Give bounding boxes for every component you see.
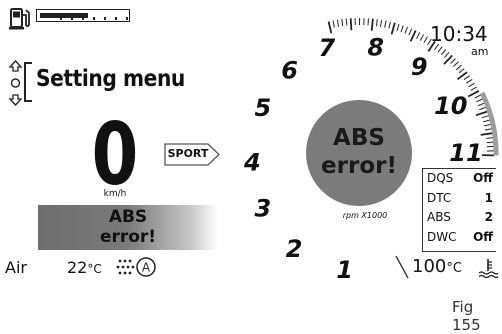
- tachometer-tick: [329, 22, 332, 34]
- coolant-temp-unit: °C: [446, 261, 462, 276]
- status-value: Off: [473, 171, 493, 185]
- tachometer-tick: [381, 20, 382, 27]
- tachometer-tick: [397, 24, 399, 31]
- status-value: 2: [485, 210, 493, 224]
- tachometer-tick: [376, 19, 377, 26]
- tachometer-needle: [396, 256, 408, 278]
- tachometer-number: 4: [243, 148, 261, 176]
- tachometer-number: 1: [336, 256, 353, 284]
- tachometer-tick: [417, 32, 420, 38]
- tachometer-number: 7: [318, 34, 335, 62]
- tachometer-tick: [372, 19, 373, 31]
- tachometer-tick: [411, 31, 416, 42]
- tachometer-tick: [409, 29, 412, 35]
- tachometer-tick: [401, 26, 403, 33]
- tachometer-number: 9: [411, 53, 428, 81]
- tachometer-number: 2: [286, 235, 303, 263]
- tachometer-tick: [476, 99, 482, 102]
- tachometer-tick: [368, 18, 369, 25]
- tachometer-tick: [484, 124, 491, 126]
- status-key: ABS: [427, 210, 451, 224]
- coolant-temperature-icon: [478, 258, 498, 278]
- tachometer-tick: [483, 120, 490, 122]
- tachometer-number: 10: [434, 92, 467, 120]
- tachometer-tick: [405, 27, 408, 34]
- tachometer-tick: [486, 138, 493, 139]
- tachometer-tick: [392, 23, 395, 35]
- status-key: DQS: [427, 171, 453, 185]
- tachometer-tick: [459, 69, 464, 73]
- tachometer-tick: [385, 21, 386, 28]
- abs-center-line1: ABS: [304, 125, 414, 151]
- abs-center-line2: error!: [304, 153, 414, 179]
- tachometer-tick: [478, 103, 485, 106]
- tachometer-tick: [453, 62, 458, 67]
- tachometer-tick: [337, 20, 338, 27]
- tachometer-tick: [451, 59, 456, 64]
- tachometer-tick: [468, 91, 479, 97]
- tachometer-tick: [464, 76, 470, 80]
- redline-arc: [482, 93, 496, 155]
- status-key: DTC: [427, 191, 451, 205]
- tachometer-tick: [346, 19, 347, 26]
- tachometer-number: 11: [449, 139, 482, 167]
- clock-ampm: am: [471, 45, 488, 58]
- tachometer-tick: [481, 133, 493, 135]
- figure-label: Fig 155: [452, 298, 502, 334]
- tachometer-tick: [456, 65, 461, 70]
- rpm-unit-label: rpm X1000: [330, 211, 400, 220]
- tachometer-number: 3: [255, 195, 272, 223]
- tachometer-tick: [389, 22, 391, 29]
- tachometer-tick: [333, 21, 334, 28]
- tachometer-tick: [420, 35, 423, 41]
- tachometer-number: 6: [281, 56, 298, 84]
- tachometer-number: 8: [367, 33, 384, 61]
- tachometer-tick: [482, 116, 489, 118]
- tachometer-tick: [342, 19, 343, 26]
- tachometer-tick: [444, 52, 449, 57]
- tachometer-tick: [351, 18, 352, 30]
- tachometer-tick: [438, 47, 442, 53]
- tachometer-tick: [485, 129, 492, 130]
- tachometer-tick: [441, 50, 446, 55]
- tachometer-tick: [475, 95, 481, 98]
- tachometer-tick: [479, 107, 486, 109]
- tachometer-tick: [476, 112, 488, 116]
- clock-time: 10:34: [430, 22, 488, 46]
- tachometer-tick: [469, 83, 475, 87]
- tachometer-tick: [466, 79, 472, 83]
- tachometer-tick: [471, 87, 477, 90]
- status-value: 1: [485, 191, 493, 205]
- tachometer-tick: [424, 37, 428, 43]
- tachometer-tick: [487, 142, 494, 143]
- status-key: DWC: [427, 230, 456, 244]
- status-value: Off: [473, 230, 493, 244]
- coolant-temperature: 100°C: [412, 256, 462, 277]
- tachometer-number: 5: [255, 94, 272, 122]
- coolant-temp-value: 100: [412, 256, 446, 277]
